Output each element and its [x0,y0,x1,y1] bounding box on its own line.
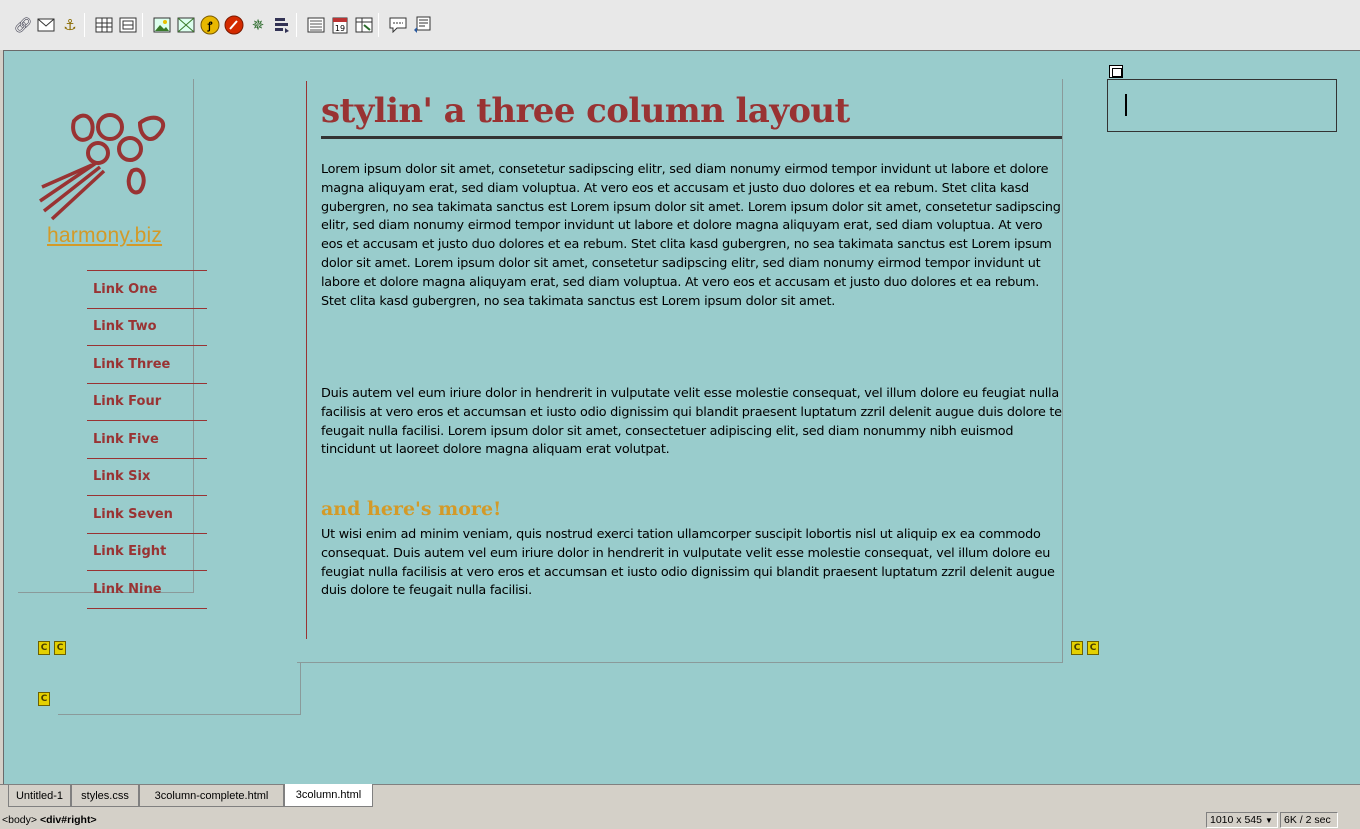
tabular-data-icon[interactable] [354,15,374,35]
nav-list: Link One Link Two Link Three Link Four L… [87,270,207,609]
logo-text[interactable]: harmony.biz [47,224,162,248]
email-link-icon[interactable] [36,15,56,35]
comment-icon[interactable] [388,15,408,35]
left-column[interactable]: harmony.biz Link One Link Two Link Three… [18,79,207,609]
layer-handle-icon[interactable] [1109,65,1123,78]
right-column[interactable] [1107,79,1337,132]
status-bar: <body> <div#right> 1010 x 545 ▼ 6K / 2 s… [0,810,1360,829]
design-view-canvas[interactable]: harmony.biz Link One Link Two Link Three… [3,50,1360,784]
nav-link-three[interactable]: Link Three [87,346,207,384]
tag-div-right[interactable]: <div#right> [40,814,97,826]
tab-styles-css[interactable]: styles.css [71,785,139,807]
tab-3column[interactable]: 3column.html [284,784,373,807]
shockwave-icon[interactable] [224,15,244,35]
document-tabs: Untitled-1 styles.css 3column-complete.h… [0,784,1360,810]
layer-icon[interactable] [118,15,138,35]
comment-marker-icon[interactable]: C [1087,641,1099,655]
dropdown-arrow-icon: ▼ [1264,815,1273,825]
nav-link-two[interactable]: Link Two [87,309,207,346]
body-paragraph-1: Lorem ipsum dolor sit amet, consetetur s… [321,162,1061,309]
flash-icon[interactable]: ꝭ [200,15,220,35]
svg-text:19: 19 [335,24,345,33]
image-icon[interactable] [152,15,172,35]
insert-toolbar: 🔗︎ ⚓︎ ꝭ ✵ 19 [0,0,1360,50]
window-size-label: 1010 x 545 [1210,814,1262,826]
text-cursor [1125,94,1127,116]
subheading: and here's more! [321,498,502,520]
horizontal-rule-icon[interactable] [306,15,326,35]
named-anchor-icon[interactable]: ⚓︎ [60,15,80,35]
tab-3column-complete[interactable]: 3column-complete.html [139,785,284,807]
hyperlink-icon[interactable]: 🔗︎ [13,15,33,35]
nav-link-one[interactable]: Link One [87,271,207,309]
tag-selector: <body> <div#right> [2,814,97,826]
comment-marker-icon[interactable]: C [38,692,50,706]
fireworks-icon[interactable]: ✵ [248,15,268,35]
body-paragraph-2: Duis autem vel eum iriure dolor in hendr… [321,386,1062,458]
date-icon[interactable]: 19 [330,15,350,35]
tag-body[interactable]: <body> [2,814,37,826]
content-left-rule [306,81,307,639]
comment-marker-icon[interactable]: C [54,641,66,655]
nav-link-seven[interactable]: Link Seven [87,496,207,534]
table-icon[interactable] [94,15,114,35]
footer-box[interactable] [58,663,301,715]
nav-link-four[interactable]: Link Four [87,384,207,421]
nav-link-six[interactable]: Link Six [87,459,207,496]
image-placeholder-icon[interactable] [176,15,196,35]
svg-text:ꝭ: ꝭ [207,21,213,32]
page-title: stylin' a three column layout [321,91,850,131]
comment-marker-icon[interactable]: C [38,641,50,655]
navigation-bar-icon[interactable] [272,15,292,35]
nav-link-nine[interactable]: Link Nine [87,571,207,609]
title-underline [321,136,1062,139]
download-stats: 6K / 2 sec [1280,812,1338,828]
window-size-popup[interactable]: 1010 x 545 ▼ [1206,812,1278,828]
content-column[interactable]: stylin' a three column layout Lorem ipsu… [297,79,1063,663]
nav-link-eight[interactable]: Link Eight [87,534,207,571]
comment-marker-icon[interactable]: C [1071,641,1083,655]
tag-chooser-icon[interactable] [412,15,432,35]
nav-link-five[interactable]: Link Five [87,421,207,459]
body-paragraph-3: Ut wisi enim ad minim veniam, quis nostr… [321,527,1055,599]
tab-untitled-1[interactable]: Untitled-1 [8,785,71,807]
